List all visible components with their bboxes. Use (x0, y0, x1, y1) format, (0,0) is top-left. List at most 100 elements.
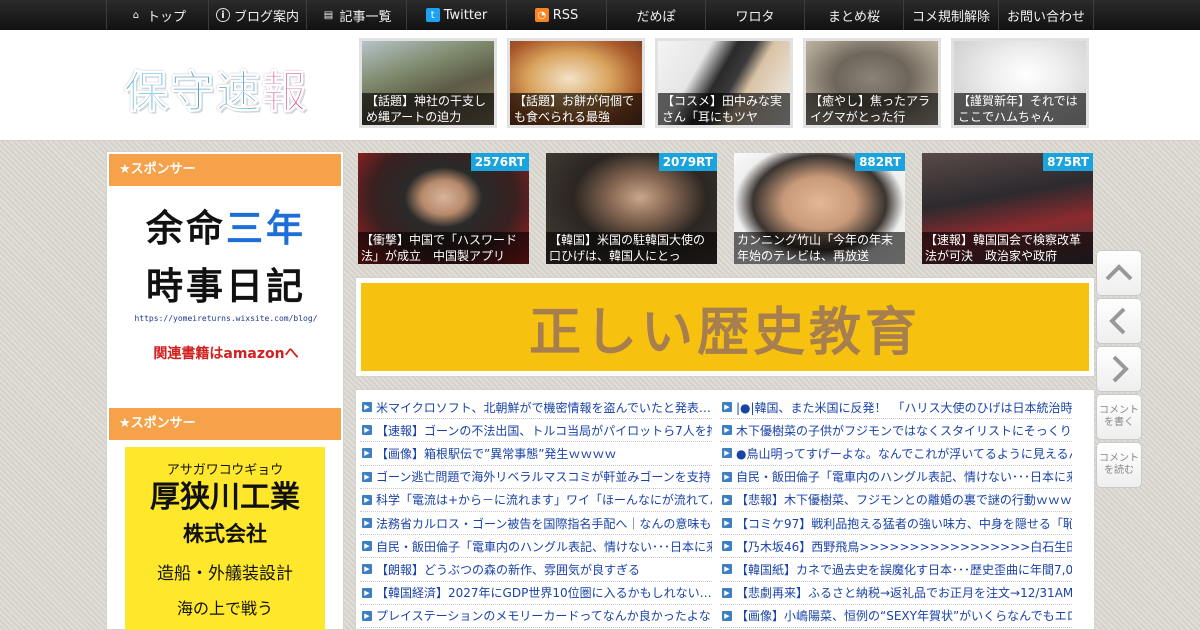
home-icon: ⌂ (132, 9, 140, 21)
news-link-text[interactable]: プレイステーションのメモリーカードってなんか良かったよな (376, 607, 711, 624)
arrow-right-icon: ▶ (722, 425, 732, 436)
amazon-link[interactable]: 関連書籍はamazonへ (127, 343, 325, 363)
sponsor-company-ad[interactable]: アサガワコウギョウ 厚狭川工業 株式会社 造船・外艤装設計 海の上で戦う (125, 447, 325, 630)
arrow-right-icon: ▶ (362, 402, 372, 413)
nav-item-contact[interactable]: お問い合わせ (998, 0, 1094, 30)
news-link-text[interactable]: 科学「電流は+から－に流れます」ワイ「ほーんなにが流れてんの」 (376, 491, 712, 508)
arrow-right-icon: ▶ (362, 425, 372, 436)
news-list-item[interactable]: ▶ 【乃木坂46】西野飛鳥>>>>>>>>>>>>>>>>>白石生田でいいよな (720, 535, 1072, 559)
rt-card-2[interactable]: 2079RT 【韓国】米国の駐韓国大使の口ひげは、韓国人にとっ (546, 153, 717, 264)
news-list-item[interactable]: ▶ 【コミケ97】戦利品抱える猛者の強い味方、中身を隠せる「恥ずかしい (720, 512, 1072, 536)
news-list-item[interactable]: ▶ 【韓国紙】カネで過去史を誤魔化す日本･･･歴史歪曲に年間7,000億 (720, 558, 1072, 582)
ad-tagline: 海の上で戦う (176, 599, 273, 618)
arrow-right-icon: ▶ (722, 402, 732, 413)
thumb-caption: 【謹賀新年】それではここでハムちゃん (954, 93, 1086, 125)
arrow-right-icon: ▶ (362, 494, 372, 505)
nav-item-rss[interactable]: ◔ RSS (506, 0, 606, 30)
rt-card-3[interactable]: 882RT カンニング竹山「今年の年末年始のテレビは、再放送 (734, 153, 905, 264)
header-thumb-2[interactable]: 【話題】お餅が何個でも食べられる最強 (507, 38, 645, 128)
news-link-text[interactable]: 【韓国紙】カネで過去史を誤魔化す日本･･･歴史歪曲に年間7,000億 (736, 561, 1072, 578)
nav-item-top[interactable]: ⌂ トップ (106, 0, 208, 30)
nav-item-twitter[interactable]: t Twitter (406, 0, 506, 30)
news-link-text[interactable]: 【朗報】どうぶつの森の新作、雰囲気が良すぎる (376, 561, 640, 578)
nav-item-matome-sakura[interactable]: まとめ桜 (804, 0, 903, 30)
scroll-top-button[interactable] (1096, 250, 1142, 296)
comment-read-button[interactable]: コメントを読む (1096, 442, 1142, 488)
news-link-text[interactable]: 【コミケ97】戦利品抱える猛者の強い味方、中身を隠せる「恥ずかしい (736, 515, 1072, 532)
nav-menu: ⌂ トップ i ブログ案内 ▤ 記事一覧 t Twitter ◔ RSS だめぽ ワロタ … (106, 0, 1094, 30)
thumb-caption: 【癒やし】焦ったアライグマがとった行 (806, 93, 938, 125)
news-list: ▶ 米マイクロソフト、北朝鮮がで機密情報を盗んでいたと発表… ▶ 【速報】ゴーンの不法… (355, 389, 1095, 630)
next-button[interactable] (1096, 346, 1142, 392)
news-link-text[interactable]: 【韓国経済】2027年にGDP世界10位圏に入るかもしれない… (376, 584, 712, 601)
sponsor-book-ad[interactable]: 余命三年 時事日記 https://yomeireturns.wixsite.c… (127, 200, 325, 363)
header-thumb-1[interactable]: 【話題】神社の干支しめ縄アートの迫力 (359, 38, 497, 128)
nav-item-comment-unblock[interactable]: コメ規制解除 (903, 0, 998, 30)
history-education-banner[interactable]: 正しい歴史教育 (355, 277, 1095, 377)
rt-count-badge: 875RT (1043, 153, 1093, 171)
site-logo[interactable]: 保守速報 (124, 56, 308, 120)
news-list-item[interactable]: ▶ 【画像】小嶋陽菜、恒例の“SEXY年賀状”がいくらなんでもエロすぎる (720, 605, 1072, 628)
nav-item-blog-info[interactable]: i ブログ案内 (208, 0, 306, 30)
news-list-item[interactable]: ▶ 【速報】ゴーンの不法出国、トルコ当局がパイロットら7人を拘束 (360, 419, 712, 443)
news-list-item[interactable]: ▶ 木下優樹菜の子供がフジモンではなくスタイリストにそっくりと話題 (720, 419, 1072, 443)
arrow-right-icon: ▶ (362, 610, 372, 621)
news-link-text[interactable]: 法務省カルロス・ゴーン被告を国際指名手配へ｜なんの意味もない (376, 515, 712, 532)
news-link-text[interactable]: 自民・飯田倫子「電車内のハングル表記、情けない･･･日本に来て (376, 538, 712, 555)
rt-card-caption: カンニング竹山「今年の年末年始のテレビは、再放送 (734, 232, 905, 264)
news-column-right: ▶ |●|韓国、また米国に反発！ 「ハリス大使のひげは日本統治時代 ▶ 木下優樹菜の子… (720, 396, 1072, 628)
header-thumb-5[interactable]: 【謹賀新年】それではここでハムちゃん (951, 38, 1089, 128)
arrow-right-icon: ▶ (362, 471, 372, 482)
news-list-item[interactable]: ▶ |●|韓国、また米国に反発！ 「ハリス大使のひげは日本統治時代 (720, 396, 1072, 420)
news-link-text[interactable]: ゴーン逃亡問題で海外リベラルマスコミが軒並みゴーンを支持 (376, 468, 711, 485)
news-column-left: ▶ 米マイクロソフト、北朝鮮がで機密情報を盗んでいたと発表… ▶ 【速報】ゴーンの不法… (360, 396, 712, 628)
nav-item-article-list[interactable]: ▤ 記事一覧 (306, 0, 406, 30)
news-link-text[interactable]: 自民・飯田倫子「電車内のハングル表記、情けない･･･日本に来て (736, 468, 1072, 485)
arrow-right-icon: ▶ (722, 610, 732, 621)
rt-count-badge: 2079RT (658, 153, 717, 171)
chevron-left-icon (1109, 307, 1126, 335)
nav-item-warota[interactable]: ワロタ (705, 0, 804, 30)
news-list-item[interactable]: ▶ 米マイクロソフト、北朝鮮がで機密情報を盗んでいたと発表… (360, 396, 712, 420)
news-link-text[interactable]: 【乃木坂46】西野飛鳥>>>>>>>>>>>>>>>>>白石生田でいいよな (736, 538, 1072, 555)
news-list-item[interactable]: ▶ 科学「電流は+から－に流れます」ワイ「ほーんなにが流れてんの」 (360, 489, 712, 512)
news-link-text[interactable]: 米マイクロソフト、北朝鮮がで機密情報を盗んでいたと発表… (376, 399, 711, 416)
rt-count-badge: 882RT (855, 153, 905, 171)
header-thumb-3[interactable]: 【コスメ】田中みな実さん「耳にもツヤ (655, 38, 793, 128)
arrow-right-icon: ▶ (722, 471, 732, 482)
arrow-right-icon: ▶ (362, 541, 372, 552)
rt-card-4[interactable]: 875RT 【速報】韓国国会で検察改革法が可決 政治家や政府 (922, 153, 1093, 264)
news-link-text[interactable]: 【画像】箱根駅伝で”異常事態”発生ｗｗｗｗ (376, 445, 616, 462)
news-link-text[interactable]: 【悲報】木下優樹菜、フジモンとの離婚の裏で謎の行動ｗｗｗｗ (736, 491, 1072, 508)
info-icon: i (215, 8, 230, 22)
sponsor-heading: ★スポンサー (109, 154, 341, 186)
news-link-text[interactable]: 【悲劇再来】ふるさと納税→返礼品でお正月を注文→12/31AM届かず (736, 584, 1072, 601)
rt-card-1[interactable]: 2576RT 【衝撃】中国で「ハスワード法」が成立 中国製アプリ (358, 153, 529, 264)
news-list-item[interactable]: ▶ プレイステーションのメモリーカードってなんか良かったよな (360, 605, 712, 628)
news-list-item[interactable]: ▶ 【悲報】木下優樹菜、フジモンとの離婚の裏で謎の行動ｗｗｗｗ (720, 489, 1072, 512)
news-link-text[interactable]: 木下優樹菜の子供がフジモンではなくスタイリストにそっくりと話題 (736, 422, 1072, 439)
ad-company-name: 厚狭川工業 (150, 480, 300, 515)
nav-item-damepo[interactable]: だめぽ (606, 0, 705, 30)
news-list-item[interactable]: ▶ 自民・飯田倫子「電車内のハングル表記、情けない･･･日本に来て (720, 466, 1072, 489)
arrow-right-icon: ▶ (362, 587, 372, 598)
news-list-item[interactable]: ▶ 【画像】箱根駅伝で”異常事態”発生ｗｗｗｗ (360, 442, 712, 466)
news-list-item[interactable]: ▶ 【朗報】どうぶつの森の新作、雰囲気が良すぎる (360, 558, 712, 582)
news-list-item[interactable]: ▶ 自民・飯田倫子「電車内のハングル表記、情けない･･･日本に来て (360, 535, 712, 559)
news-list-item[interactable]: ▶ 【悲劇再来】ふるさと納税→返礼品でお正月を注文→12/31AM届かず (720, 582, 1072, 605)
ad-company-type: 株式会社 (183, 522, 267, 546)
ad-service: 造船・外艤装設計 (157, 564, 293, 584)
news-list-item[interactable]: ▶ ゴーン逃亡問題で海外リベラルマスコミが軒並みゴーンを支持 (360, 466, 712, 489)
book-title-line-1: 余命三年 (146, 207, 306, 250)
comment-write-button[interactable]: コメントを書く (1096, 394, 1142, 440)
news-list-item[interactable]: ▶ ●鳥山明ってすげーよな。なんでこれが浮いてるように見えるんだ (720, 442, 1072, 466)
news-link-text[interactable]: ●鳥山明ってすげーよな。なんでこれが浮いてるように見えるんだ (736, 445, 1072, 462)
news-link-text[interactable]: 【速報】ゴーンの不法出国、トルコ当局がパイロットら7人を拘束 (376, 422, 712, 439)
news-link-text[interactable]: |●|韓国、また米国に反発！ 「ハリス大使のひげは日本統治時代 (736, 399, 1072, 416)
news-link-text[interactable]: 【画像】小嶋陽菜、恒例の“SEXY年賀状”がいくらなんでもエロすぎる (736, 607, 1072, 624)
header-thumb-4[interactable]: 【癒やし】焦ったアライグマがとった行 (803, 38, 941, 128)
news-list-item[interactable]: ▶ 【韓国経済】2027年にGDP世界10位圏に入るかもしれない… (360, 582, 712, 605)
prev-button[interactable] (1096, 298, 1142, 344)
arrow-right-icon: ▶ (722, 494, 732, 505)
news-list-item[interactable]: ▶ 法務省カルロス・ゴーン被告を国際指名手配へ｜なんの意味もない (360, 512, 712, 536)
